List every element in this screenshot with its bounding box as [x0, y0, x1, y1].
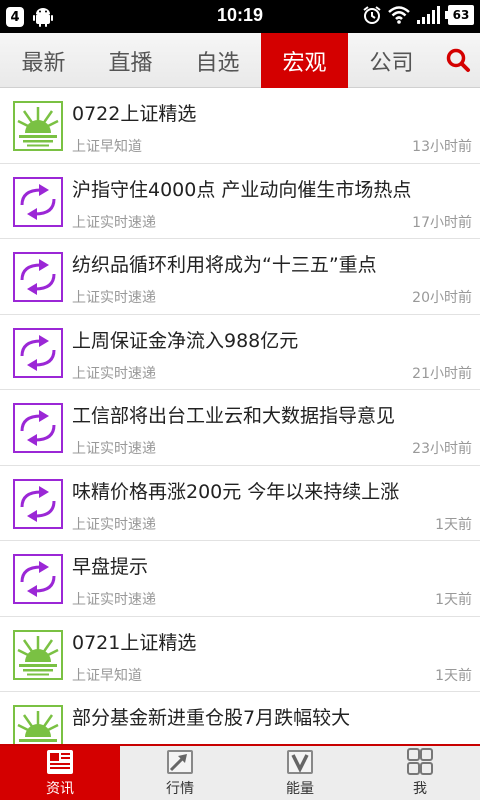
refresh-arrows-icon: [13, 327, 63, 378]
nav-energy-label: 能量: [286, 781, 314, 797]
refresh-arrows-icon: [13, 176, 63, 227]
news-title: 0721上证精选: [72, 631, 197, 654]
status-bar: 4 10:19 63: [0, 0, 480, 33]
bottom-navigation: 资讯 行情 能量 我: [0, 744, 480, 800]
nav-market[interactable]: 行情: [120, 746, 240, 800]
search-button[interactable]: [435, 33, 480, 87]
sunrise-icon: [13, 705, 63, 744]
news-time: 20小时前: [412, 290, 472, 306]
news-time: 1天前: [435, 516, 472, 533]
refresh-arrows-icon: [13, 252, 63, 302]
wifi-icon: [388, 6, 410, 24]
news-source: 上证实时速递: [72, 290, 156, 306]
news-source: 上证实时速递: [72, 516, 156, 533]
news-item[interactable]: 上周保证金净流入988亿元 上证实时速递 21小时前: [0, 315, 480, 390]
news-source: 上证实时速递: [72, 592, 156, 608]
tab-live[interactable]: 直播: [87, 33, 174, 88]
news-source: 上证早知道: [72, 139, 142, 155]
news-item[interactable]: 纺织品循环利用将成为“十三五”重点 上证实时速递 20小时前: [0, 239, 480, 315]
news-item[interactable]: 工信部将出台工业云和大数据指导意见 上证实时速递 23小时前: [0, 390, 480, 466]
nav-market-label: 行情: [166, 781, 194, 797]
sunrise-icon: [13, 101, 63, 151]
refresh-arrows-icon: [13, 554, 63, 604]
nav-me[interactable]: 我: [360, 746, 480, 800]
apps-grid-icon: [407, 748, 433, 775]
news-item[interactable]: 味精价格再涨200元 今年以来持续上涨 上证实时速递 1天前: [0, 466, 480, 541]
news-item[interactable]: 沪指守住4000点 产业动向催生市场热点 上证实时速递 17小时前: [0, 164, 480, 239]
tab-company[interactable]: 公司: [348, 33, 435, 88]
news-source: 上证实时速递: [72, 365, 156, 382]
energy-icon: [287, 750, 313, 774]
news-title: 部分基金新进重仓股7月跌幅较大: [72, 707, 351, 729]
news-item[interactable]: 部分基金新进重仓股7月跌幅较大: [0, 692, 480, 744]
news-item[interactable]: 早盘提示 上证实时速递 1天前: [0, 541, 480, 617]
news-item[interactable]: 0721上证精选 上证早知道 1天前: [0, 617, 480, 692]
news-title: 早盘提示: [72, 556, 149, 578]
news-title: 味精价格再涨200元 今年以来持续上涨: [72, 480, 400, 503]
news-time: 1天前: [435, 592, 472, 608]
news-icon: [47, 750, 73, 774]
nav-energy[interactable]: 能量: [240, 746, 360, 800]
nav-news[interactable]: 资讯: [0, 746, 120, 800]
signal-icon: [417, 6, 440, 24]
news-source: 上证实时速递: [72, 214, 156, 231]
nav-me-label: 我: [413, 781, 427, 797]
news-source: 上证早知道: [72, 667, 142, 684]
tab-watchlist[interactable]: 自选: [174, 33, 261, 88]
news-title: 上周保证金净流入988亿元: [72, 329, 299, 352]
refresh-arrows-icon: [13, 478, 63, 529]
alarm-icon: [363, 6, 381, 24]
news-source: 上证实时速递: [72, 441, 156, 457]
search-icon: [446, 48, 470, 72]
refresh-arrows-icon: [13, 403, 63, 453]
tab-macro[interactable]: 宏观: [261, 33, 348, 88]
news-time: 1天前: [435, 667, 472, 684]
news-title: 工信部将出台工业云和大数据指导意见: [72, 405, 396, 427]
news-time: 21小时前: [412, 365, 472, 382]
sunrise-icon: [13, 629, 63, 680]
news-title: 0722上证精选: [72, 103, 197, 125]
nav-news-label: 资讯: [46, 781, 74, 797]
category-tab-bar: 最新 直播 自选 宏观 公司: [0, 33, 480, 88]
news-time: 17小时前: [412, 214, 472, 231]
news-feed: 0722上证精选 上证早知道 13小时前 沪指守住4000点 产业动向催生市场热…: [0, 88, 480, 744]
battery-icon: 63: [445, 5, 474, 25]
chart-icon: [167, 750, 193, 774]
news-time: 13小时前: [412, 139, 472, 155]
news-item[interactable]: 0722上证精选 上证早知道 13小时前: [0, 88, 480, 164]
tab-latest[interactable]: 最新: [0, 33, 87, 88]
status-right: 63: [362, 5, 474, 25]
news-title: 纺织品循环利用将成为“十三五”重点: [72, 254, 377, 276]
news-time: 23小时前: [412, 441, 472, 457]
news-title: 沪指守住4000点 产业动向催生市场热点: [72, 178, 412, 201]
